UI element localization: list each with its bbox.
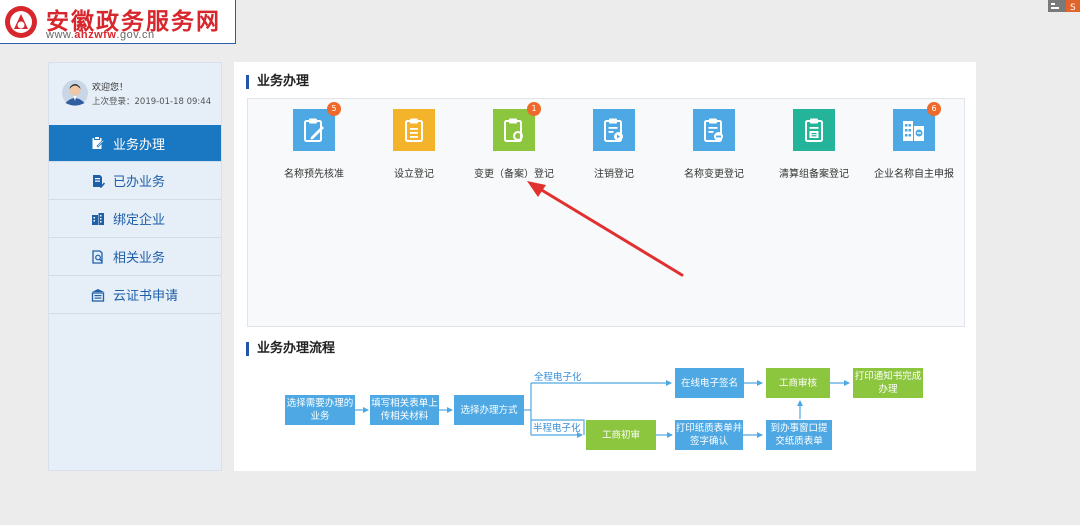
welcome-text: 欢迎您！	[92, 83, 129, 93]
flow-section-title: 业务办理流程	[246, 342, 335, 356]
sidebar-item-related[interactable]: 相关业务	[49, 238, 221, 276]
certificate-icon	[91, 288, 105, 302]
document-search-icon	[92, 249, 103, 264]
sidebar-item-label: 云证书申请	[113, 289, 179, 304]
flow-label-full-electronic: 全程电子化	[534, 372, 582, 383]
sidebar-item-business[interactable]: 业务办理	[49, 125, 221, 162]
sidebar: 欢迎您！ 上次登录：2019-01-18 09:44 业务办理 已办业务 绑定企…	[48, 62, 222, 471]
sidebar-item-label: 已办业务	[113, 175, 166, 190]
building-icon	[92, 212, 104, 225]
flow-step-submit-window: 到办事窗口提交纸质表单	[766, 420, 832, 450]
flow-step-review: 工商审核	[766, 368, 830, 398]
flow-step-select-business: 选择需要办理的业务	[285, 395, 355, 425]
flow-step-choose-method: 选择办理方式	[454, 395, 524, 425]
flow-step-online-sign: 在线电子签名	[675, 368, 744, 398]
svg-text:S: S	[1070, 3, 1076, 12]
user-card: 欢迎您！ 上次登录：2019-01-18 09:44	[49, 63, 221, 125]
sidebar-item-label: 绑定企业	[113, 213, 166, 228]
sidebar-item-label: 相关业务	[113, 251, 166, 266]
business-section-title: 业务办理	[246, 75, 309, 89]
avatar	[62, 80, 88, 106]
flow-label-half-electronic: 半程电子化	[533, 423, 581, 434]
sidebar-item-bind-company[interactable]: 绑定企业	[49, 200, 221, 238]
sidebar-item-cloud-cert[interactable]: 云证书申请	[49, 276, 221, 314]
flow-step-initial-review: 工商初审	[586, 420, 656, 450]
main-panel: 业务办理 5 名称预先核准 设立登记 1 变更（备案）登记 注销登记 名称变更登…	[234, 62, 976, 471]
flow-step-fill-forms: 填写相关表单上传相关材料	[370, 395, 439, 425]
site-url: www.ahzwfw.gov.cn	[46, 29, 155, 41]
flow-step-print-forms: 打印纸质表单并签字确认	[675, 420, 743, 450]
flow-step-print-notice: 打印通知书完成办理	[853, 368, 923, 398]
service-grid: 5 名称预先核准 设立登记 1 变更（备案）登记 注销登记 名称变更登记 清算组…	[247, 98, 965, 327]
site-logo[interactable]: 安徽政务服务网 www.ahzwfw.gov.cn	[0, 0, 236, 44]
sidebar-item-label: 业务办理	[113, 137, 166, 153]
annotation-arrow-icon	[527, 181, 684, 277]
logo-mark-icon	[5, 6, 37, 38]
document-check-icon	[93, 174, 105, 188]
clipboard-edit-icon	[92, 136, 105, 149]
sidebar-item-done[interactable]: 已办业务	[49, 162, 221, 200]
last-login-text: 上次登录：2019-01-18 09:44	[92, 97, 212, 107]
toolbar-widget-icon[interactable]: S	[1048, 0, 1080, 12]
